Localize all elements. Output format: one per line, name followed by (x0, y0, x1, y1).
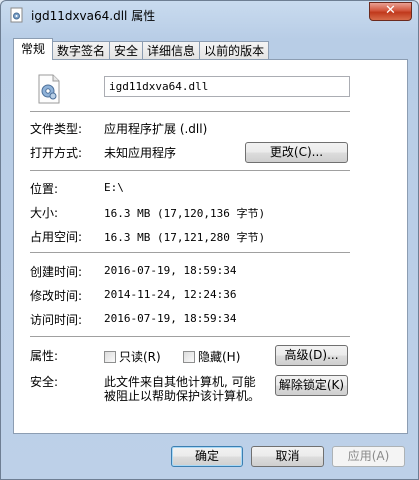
close-icon: ✕ (385, 3, 396, 18)
advanced-button[interactable]: 高级(D)... (275, 345, 348, 366)
file-type-label: 文件类型: (30, 122, 83, 136)
unblock-button[interactable]: 解除锁定(K) (275, 375, 348, 396)
cancel-button[interactable]: 取消 (251, 446, 324, 467)
hidden-checkbox-box[interactable] (183, 351, 195, 363)
tab-details[interactable]: 详细信息 (142, 41, 201, 60)
title-bar[interactable]: igd11dxva64.dll 属性 ✕ (1, 1, 418, 29)
location-label: 位置: (30, 182, 59, 196)
hidden-checkbox[interactable]: 隐藏(H) (183, 348, 240, 365)
window-title: igd11dxva64.dll 属性 (31, 9, 156, 23)
dialog-footer: 确定 取消 应用(A) (1, 441, 419, 480)
size-on-disk-value: 16.3 MB (17,121,280 字节) (104, 231, 266, 244)
file-type-value: 应用程序扩展 (.dll) (104, 122, 208, 136)
modified-label: 修改时间: (30, 289, 83, 303)
divider (30, 252, 350, 253)
tab-previous-versions[interactable]: 以前的版本 (199, 41, 270, 60)
security-warning-line2: 被阻止以帮助保护该计算机。 (104, 389, 261, 403)
accessed-label: 访问时间: (30, 313, 83, 327)
tab-security[interactable]: 安全 (109, 41, 144, 60)
divider (30, 111, 350, 112)
change-button[interactable]: 更改(C)... (245, 142, 348, 163)
created-label: 创建时间: (30, 265, 83, 279)
location-value: E:\ (104, 181, 124, 194)
apply-button[interactable]: 应用(A) (332, 446, 405, 467)
size-value: 16.3 MB (17,120,136 字节) (104, 207, 266, 220)
close-button[interactable]: ✕ (369, 2, 412, 21)
dll-file-icon (10, 7, 23, 23)
filename-field[interactable]: igd11dxva64.dll (104, 76, 350, 97)
ok-button[interactable]: 确定 (171, 446, 243, 467)
hidden-label: 隐藏(H) (198, 350, 241, 364)
size-on-disk-label: 占用空间: (30, 230, 83, 244)
divider (30, 170, 350, 171)
opens-with-value: 未知应用程序 (104, 146, 177, 160)
tab-strip: 常规 数字签名 安全 详细信息 以前的版本 (13, 38, 270, 60)
opens-with-label: 打开方式: (30, 146, 83, 160)
tab-digital-signatures[interactable]: 数字签名 (52, 41, 111, 60)
accessed-value: 2016-07-19, 18:59:34 (104, 312, 237, 325)
attributes-label: 属性: (30, 349, 59, 363)
readonly-checkbox[interactable]: 只读(R) (104, 348, 161, 365)
security-label: 安全: (30, 375, 59, 389)
created-value: 2016-07-19, 18:59:34 (104, 264, 237, 277)
tab-general[interactable]: 常规 (13, 38, 54, 60)
readonly-checkbox-box[interactable] (104, 351, 116, 363)
modified-value: 2014-11-24, 12:24:36 (104, 288, 237, 301)
readonly-label: 只读(R) (119, 350, 161, 364)
general-panel: igd11dxva64.dll 文件类型: 应用程序扩展 (.dll) 打开方式… (13, 59, 408, 434)
divider (30, 336, 350, 337)
properties-window: igd11dxva64.dll 属性 ✕ 常规 数字签名 安全 详细信息 以前的… (0, 0, 419, 480)
size-label: 大小: (30, 206, 59, 220)
dll-file-large-icon (38, 74, 60, 104)
